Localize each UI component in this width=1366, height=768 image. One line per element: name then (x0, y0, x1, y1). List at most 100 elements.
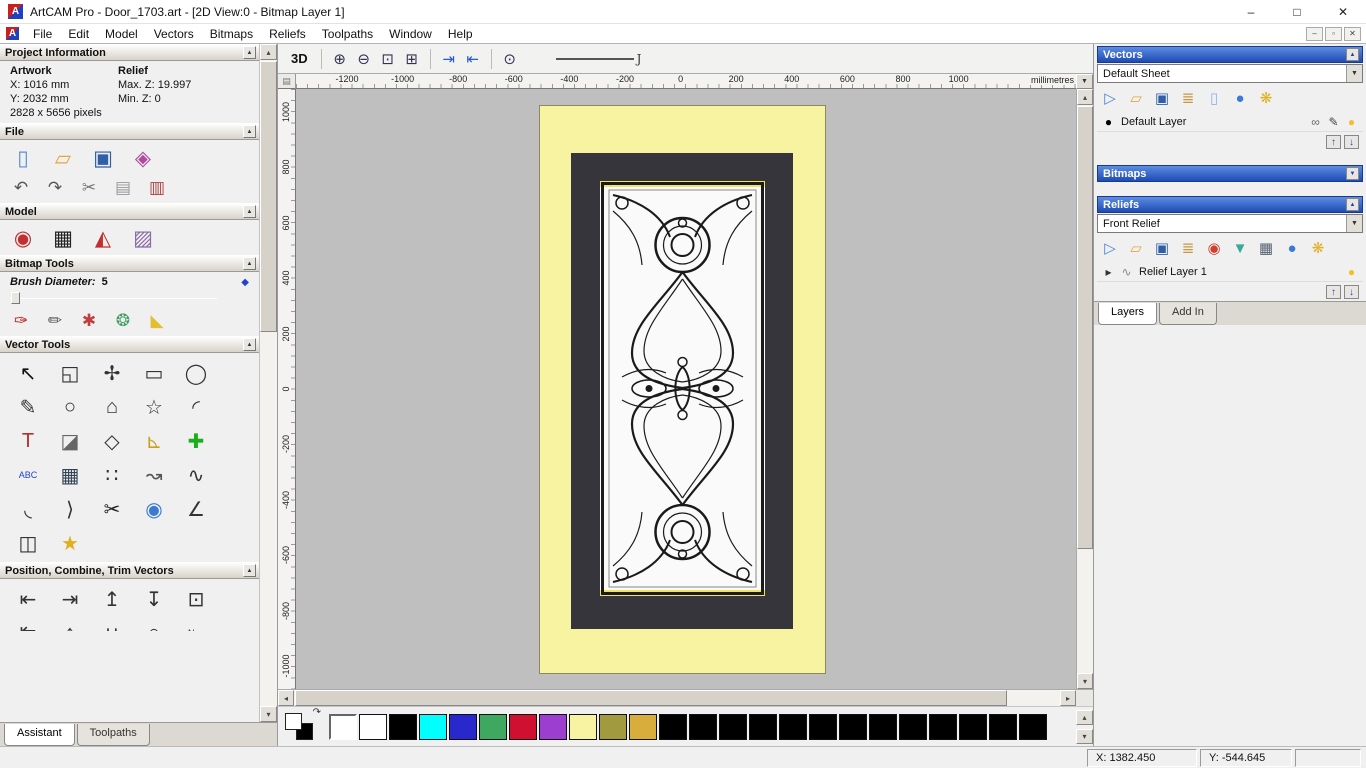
color-swatch-17[interactable] (839, 713, 867, 740)
color-swatch-7[interactable] (539, 713, 567, 740)
sheet-settings-icon[interactable]: ● (1229, 87, 1251, 109)
toggle-bitmap-visibility-icon[interactable]: ⇥ (437, 47, 461, 71)
greyscale-view-icon[interactable]: ▦ (48, 223, 78, 253)
color-swatch-1[interactable] (359, 713, 387, 740)
relief-selector[interactable]: Front Relief ▼ (1097, 214, 1363, 233)
scrollbar-track[interactable] (260, 60, 277, 706)
paint-brush-icon[interactable]: ✑ (8, 308, 34, 334)
text-block-icon[interactable]: ABC (8, 458, 48, 492)
mdi-close-button[interactable]: ✕ (1344, 26, 1361, 41)
measure-tool-icon[interactable]: ⊾ (134, 424, 174, 458)
color-swatch-18[interactable] (869, 713, 897, 740)
color-swatch-19[interactable] (899, 713, 927, 740)
ruler-corner[interactable]: ▤ (278, 74, 296, 89)
trim-vectors-icon[interactable]: ✂ (92, 492, 132, 526)
color-swatch-9[interactable] (599, 713, 627, 740)
polygon-tool-icon[interactable]: ⌂ (92, 390, 132, 424)
expand-button[interactable]: ▼ (1346, 167, 1359, 180)
view-3d-button[interactable]: 3D (284, 49, 315, 68)
collapse-button[interactable]: ▲ (1346, 48, 1359, 61)
collapse-button[interactable]: ▲ (243, 564, 256, 577)
arc-segment-icon[interactable]: ◟ (8, 492, 48, 526)
color-swatch-8[interactable] (569, 713, 597, 740)
distribute-horizontal-icon[interactable]: ↹ (8, 616, 48, 632)
scrollbar-thumb[interactable] (1077, 106, 1093, 550)
scrollbar-thumb[interactable] (260, 61, 277, 333)
scroll-right-button[interactable]: ▸ (1060, 690, 1076, 706)
tab-toolpaths[interactable]: Toolpaths (76, 724, 150, 746)
align-center-icon[interactable]: ⊡ (176, 582, 216, 616)
units-dropdown-button[interactable]: ▼ (1076, 74, 1093, 89)
new-relief-layer-icon[interactable]: ▷ (1099, 237, 1121, 259)
move-layer-up-button[interactable]: ↑ (1326, 135, 1341, 149)
color-swatch-11[interactable] (659, 713, 687, 740)
polyline-tool-icon[interactable]: ✎ (8, 390, 48, 424)
paste-icon[interactable]: ▥ (144, 175, 170, 201)
color-swatch-12[interactable] (689, 713, 717, 740)
trim-overlap-icon[interactable]: ∩ (134, 616, 174, 632)
menu-edit[interactable]: Edit (60, 26, 97, 42)
smooth-relief-icon[interactable]: ◉ (1203, 237, 1225, 259)
line-width-preview[interactable]: J (555, 52, 641, 66)
color-swatch-2[interactable] (389, 713, 417, 740)
load-image-icon[interactable]: ▨ (128, 223, 158, 253)
zoom-box-icon[interactable]: ⊡ (376, 47, 400, 71)
menu-reliefs[interactable]: Reliefs (261, 26, 314, 42)
star-tool-icon[interactable]: ☆ (134, 390, 174, 424)
move-relief-layer-down-button[interactable]: ↓ (1344, 285, 1359, 299)
arc-tool-icon[interactable]: ◜ (176, 390, 216, 424)
new-model-icon[interactable]: ▯ (8, 143, 38, 173)
palette-scroll-up-button[interactable]: ▴ (1076, 709, 1093, 725)
menu-vectors[interactable]: Vectors (146, 26, 202, 42)
draw-pencil-icon[interactable]: ✏ (42, 308, 68, 334)
scrollbar-track[interactable] (1077, 105, 1093, 673)
open-vector-layer-icon[interactable]: ▱ (1125, 87, 1147, 109)
fillet-tool-icon[interactable]: ∠ (176, 492, 216, 526)
relief-wand-icon[interactable]: ❋ (1307, 237, 1329, 259)
invert-model-icon[interactable]: ◭ (88, 223, 118, 253)
save-vector-layer-icon[interactable]: ▣ (1151, 87, 1173, 109)
select-vectors-icon[interactable]: ↖ (8, 356, 48, 390)
new-sheet-icon[interactable]: ▯ (1203, 87, 1225, 109)
color-swatch-22[interactable] (989, 713, 1017, 740)
new-vector-layer-icon[interactable]: ▷ (1099, 87, 1121, 109)
dropdown-arrow-icon[interactable]: ▼ (1346, 215, 1362, 232)
curve-fit-icon[interactable]: ∿ (176, 458, 216, 492)
flood-fill-icon[interactable]: ◣ (144, 308, 170, 334)
color-swatch-21[interactable] (959, 713, 987, 740)
align-right-icon[interactable]: ⇥ (50, 582, 90, 616)
scrollbar-thumb[interactable] (295, 690, 1008, 706)
nest-tool-icon[interactable]: Nes (176, 616, 216, 631)
color-swatch-20[interactable] (929, 713, 957, 740)
array-copy-icon[interactable]: ∷ (92, 458, 132, 492)
zoom-object-icon[interactable]: ⊙ (498, 47, 522, 71)
undo-icon[interactable]: ↶ (8, 175, 34, 201)
paste-vectors-icon[interactable]: ✚ (176, 424, 216, 458)
spray-icon[interactable]: ✱ (76, 308, 102, 334)
scroll-left-button[interactable]: ◂ (278, 690, 294, 706)
text-tool-icon[interactable]: T (8, 424, 48, 458)
align-bottom-icon[interactable]: ↧ (134, 582, 174, 616)
calculate-relief-icon[interactable]: ▦ (1255, 237, 1277, 259)
open-relief-layer-icon[interactable]: ▱ (1125, 237, 1147, 259)
bitmaps-panel-header[interactable]: Bitmaps ▼ (1097, 165, 1363, 182)
open-model-icon[interactable]: ▱ (48, 143, 78, 173)
reliefs-panel-header[interactable]: Reliefs ▲ (1097, 196, 1363, 213)
color-swatch-5[interactable] (479, 713, 507, 740)
maximize-button[interactable]: □ (1274, 0, 1320, 23)
fg-color-box[interactable] (285, 712, 302, 730)
tab-layers[interactable]: Layers (1098, 303, 1158, 325)
join-vectors-icon[interactable]: ⟩ (50, 492, 90, 526)
expander-icon[interactable]: ▸ (1101, 264, 1116, 279)
collapse-button[interactable]: ▲ (243, 257, 256, 270)
wrap-vectors-icon[interactable]: ★ (50, 526, 90, 560)
ellipse-tool-icon[interactable]: ◯ (176, 356, 216, 390)
scroll-down-button[interactable]: ▾ (1077, 673, 1093, 689)
menu-file[interactable]: File (25, 26, 60, 42)
move-layer-down-button[interactable]: ↓ (1344, 135, 1359, 149)
wand-icon[interactable]: ❋ (1255, 87, 1277, 109)
color-swatch-16[interactable] (809, 713, 837, 740)
offset-vectors-icon[interactable]: ◉ (134, 492, 174, 526)
color-swatch-23[interactable] (1019, 713, 1047, 740)
tab-assistant[interactable]: Assistant (4, 724, 75, 746)
